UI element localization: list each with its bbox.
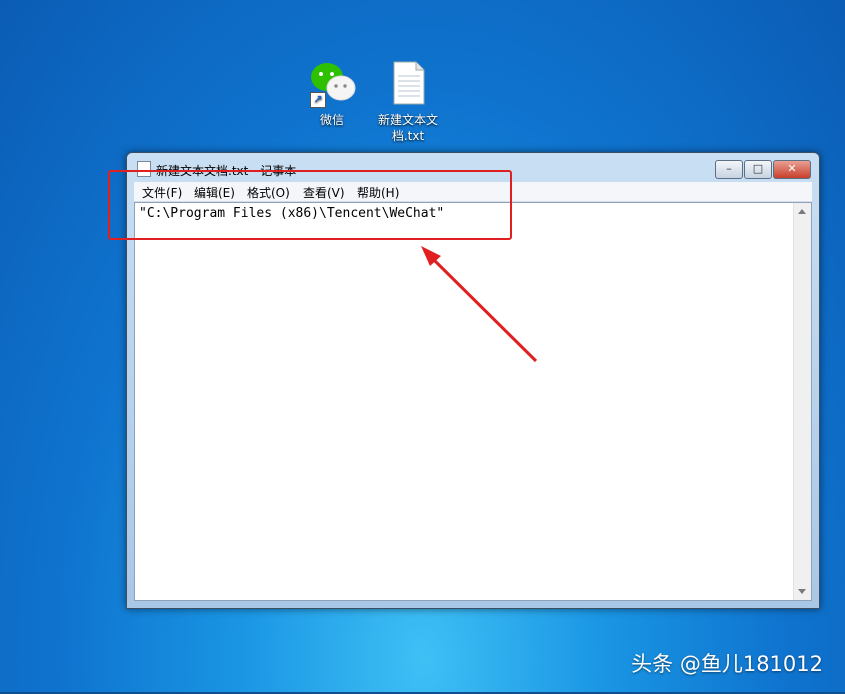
watermark: 头条 @鱼儿181012 [631, 652, 823, 676]
annotation-arrow-icon [421, 246, 538, 363]
